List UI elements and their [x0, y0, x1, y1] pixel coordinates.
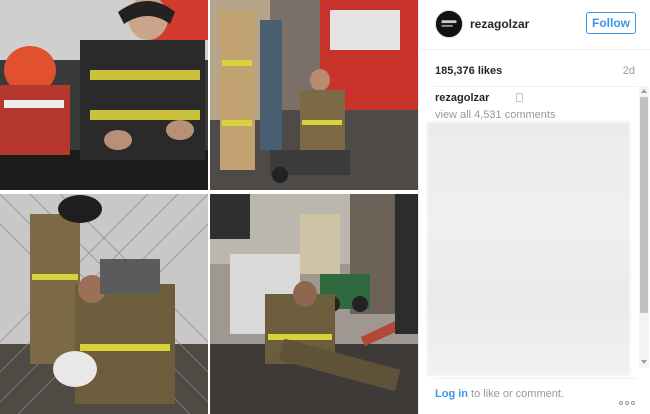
login-prompt-text: to like or comment.	[468, 388, 564, 400]
view-all-comments-link[interactable]: view all 4,531 comments	[435, 109, 555, 121]
caption-icon	[516, 93, 523, 102]
collage-photo-3	[0, 194, 208, 414]
scrollbar-thumb[interactable]	[640, 97, 648, 313]
avatar[interactable]	[435, 10, 463, 38]
scroll-down-arrow-icon[interactable]	[641, 360, 647, 364]
more-dot-icon	[625, 401, 629, 405]
more-dot-icon	[631, 401, 635, 405]
username-link[interactable]: rezagolzar	[470, 17, 529, 31]
divider	[433, 86, 637, 87]
more-options-icon[interactable]	[619, 392, 639, 405]
more-dot-icon	[619, 401, 623, 405]
post-age[interactable]: 2d	[623, 65, 635, 77]
scroll-up-arrow-icon[interactable]	[641, 89, 647, 93]
collage-photo-4	[210, 194, 418, 414]
login-link[interactable]: Log in	[435, 388, 468, 400]
collage-photo-2	[210, 0, 418, 190]
collage-photo-1	[0, 0, 208, 190]
follow-button[interactable]: Follow	[586, 12, 636, 34]
comments-area	[427, 122, 630, 376]
post-side-panel: rezagolzar Follow 185,376 likes 2d rezag…	[418, 0, 650, 414]
post-image[interactable]	[0, 0, 418, 414]
post-header: rezagolzar Follow	[419, 0, 650, 50]
login-prompt: Log in to like or comment.	[435, 388, 564, 400]
footer-divider	[433, 378, 637, 379]
likes-count[interactable]: 185,376 likes	[435, 65, 502, 77]
caption-username[interactable]: rezagolzar	[435, 92, 489, 104]
